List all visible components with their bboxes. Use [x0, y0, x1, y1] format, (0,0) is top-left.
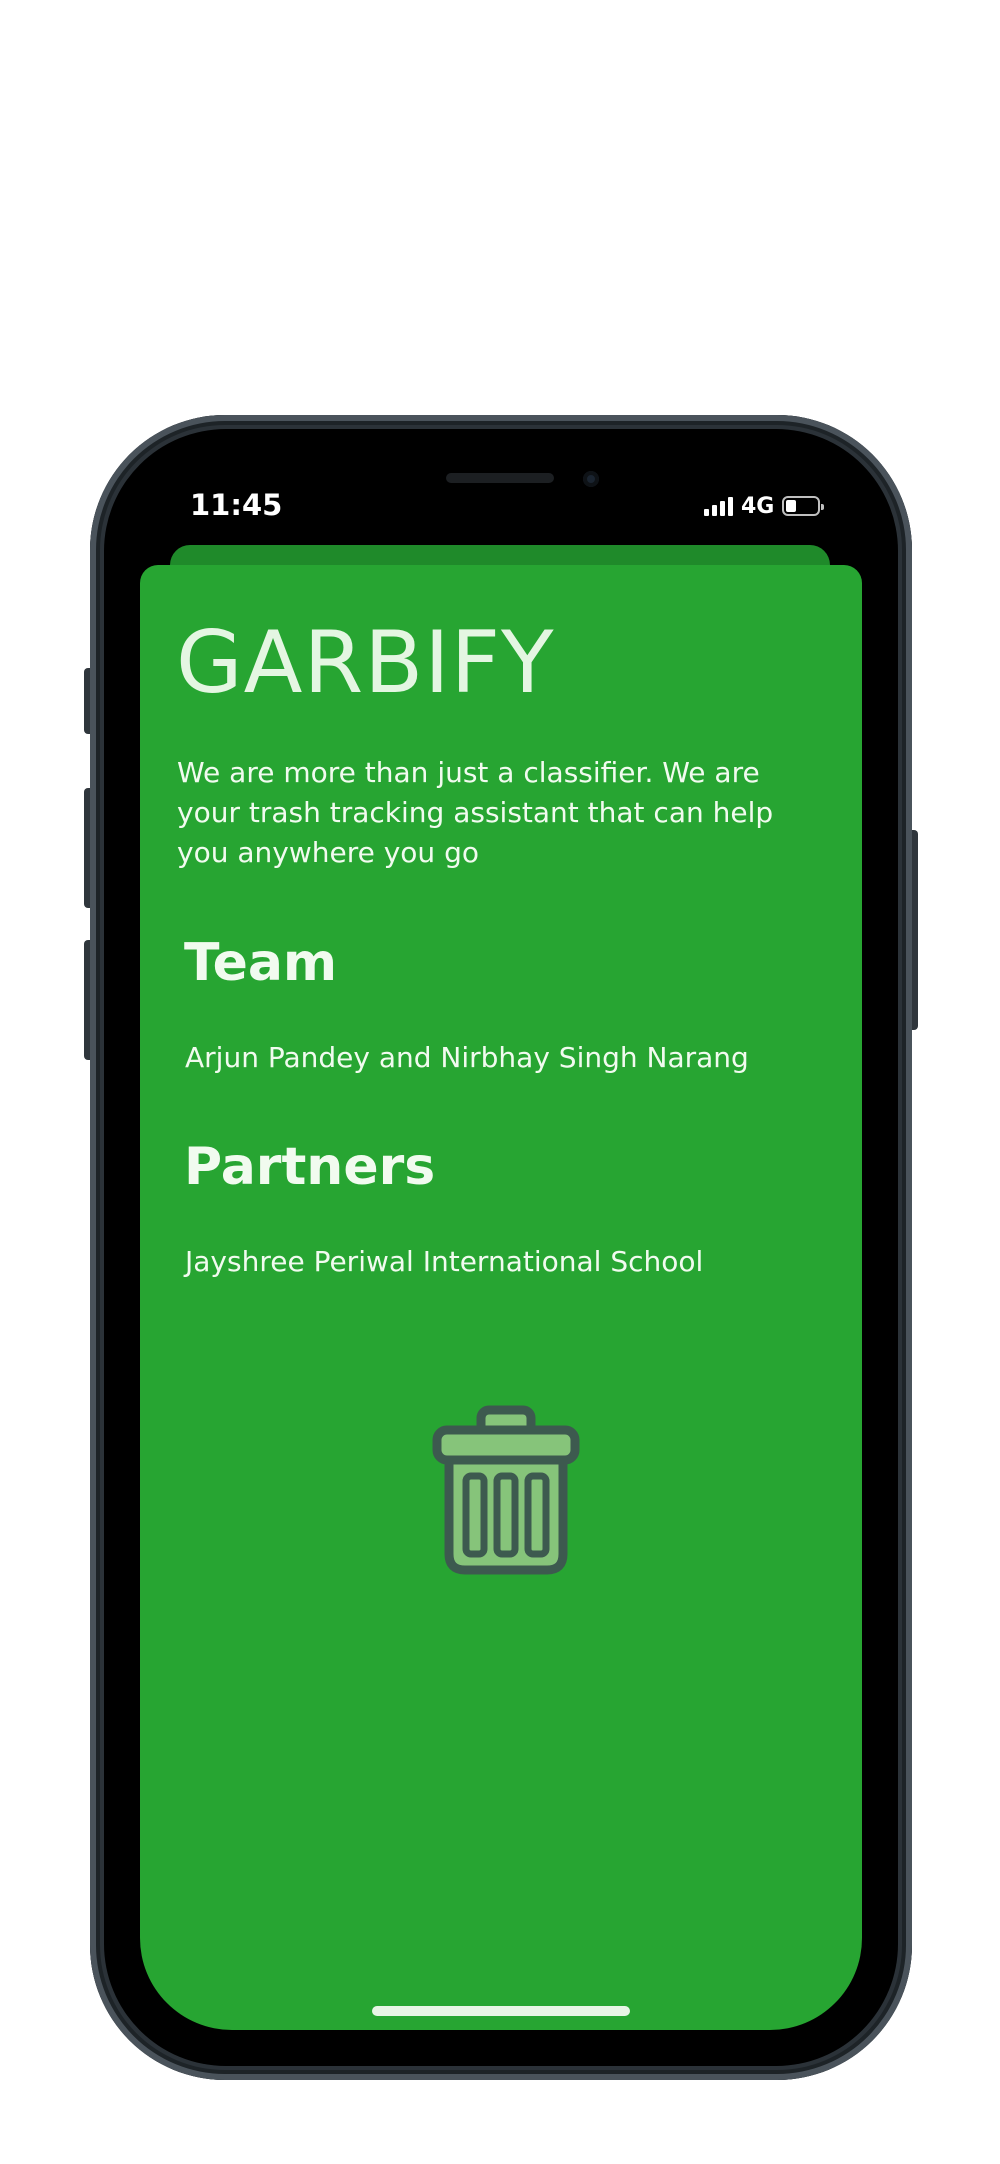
battery-icon	[782, 496, 825, 516]
app-description: We are more than just a classifier. We a…	[177, 756, 774, 869]
network-type: 4G	[741, 493, 775, 519]
home-indicator[interactable]	[372, 2006, 630, 2016]
team-members: Arjun Pandey and Nirbhay Singh Narang	[185, 1041, 749, 1074]
earpiece-speaker	[446, 473, 554, 483]
cellular-signal-icon	[704, 496, 733, 516]
front-camera-icon	[583, 471, 599, 487]
partners-list: Jayshree Periwal International School	[185, 1245, 704, 1278]
partners-heading: Partners	[184, 1137, 436, 1197]
trash-can-icon	[432, 1405, 580, 1575]
about-sheet: GARBIFY We are more than just a classifi…	[140, 565, 862, 2030]
team-heading: Team	[184, 933, 338, 993]
status-indicators: 4G	[704, 488, 825, 524]
status-time: 11:45	[190, 488, 283, 522]
app-title: GARBIFY	[176, 613, 555, 713]
battery-level	[786, 500, 797, 512]
